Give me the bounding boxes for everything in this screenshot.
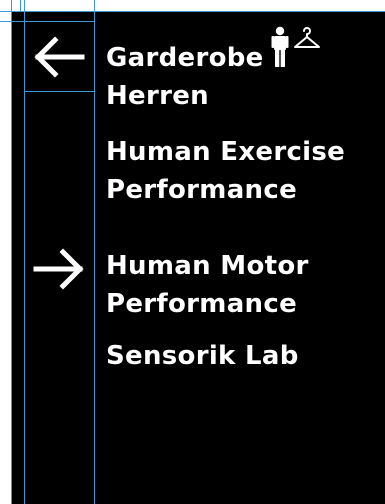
destination-garderobe-herren: Garderobe Herren [106, 26, 320, 115]
destination-text: Performance [106, 289, 298, 319]
guide-line [0, 11, 385, 12]
destination-text: Garderobe [106, 43, 264, 73]
destination-text: Performance [106, 175, 298, 205]
destination-text: Human Motor [106, 251, 309, 281]
arrow-left-icon [34, 36, 85, 78]
arrow-right-icon [33, 248, 84, 290]
signage-page: Garderobe Herren Human Exercise Performa… [0, 0, 385, 504]
destination-human-exercise-performance: Human Exercise Performance [106, 133, 345, 209]
guide-line [20, 0, 21, 12]
destination-text: Human Exercise [106, 137, 346, 167]
person-with-coat-hanger-icon [271, 26, 320, 67]
destination-sensorik-lab: Sensorik Lab [106, 337, 299, 375]
destination-text: Herren [106, 81, 209, 111]
destination-human-motor-performance: Human Motor Performance [106, 247, 309, 323]
guide-line [11, 0, 12, 504]
destination-line: Garderobe [106, 26, 320, 77]
destination-text: Sensorik Lab [106, 341, 299, 371]
